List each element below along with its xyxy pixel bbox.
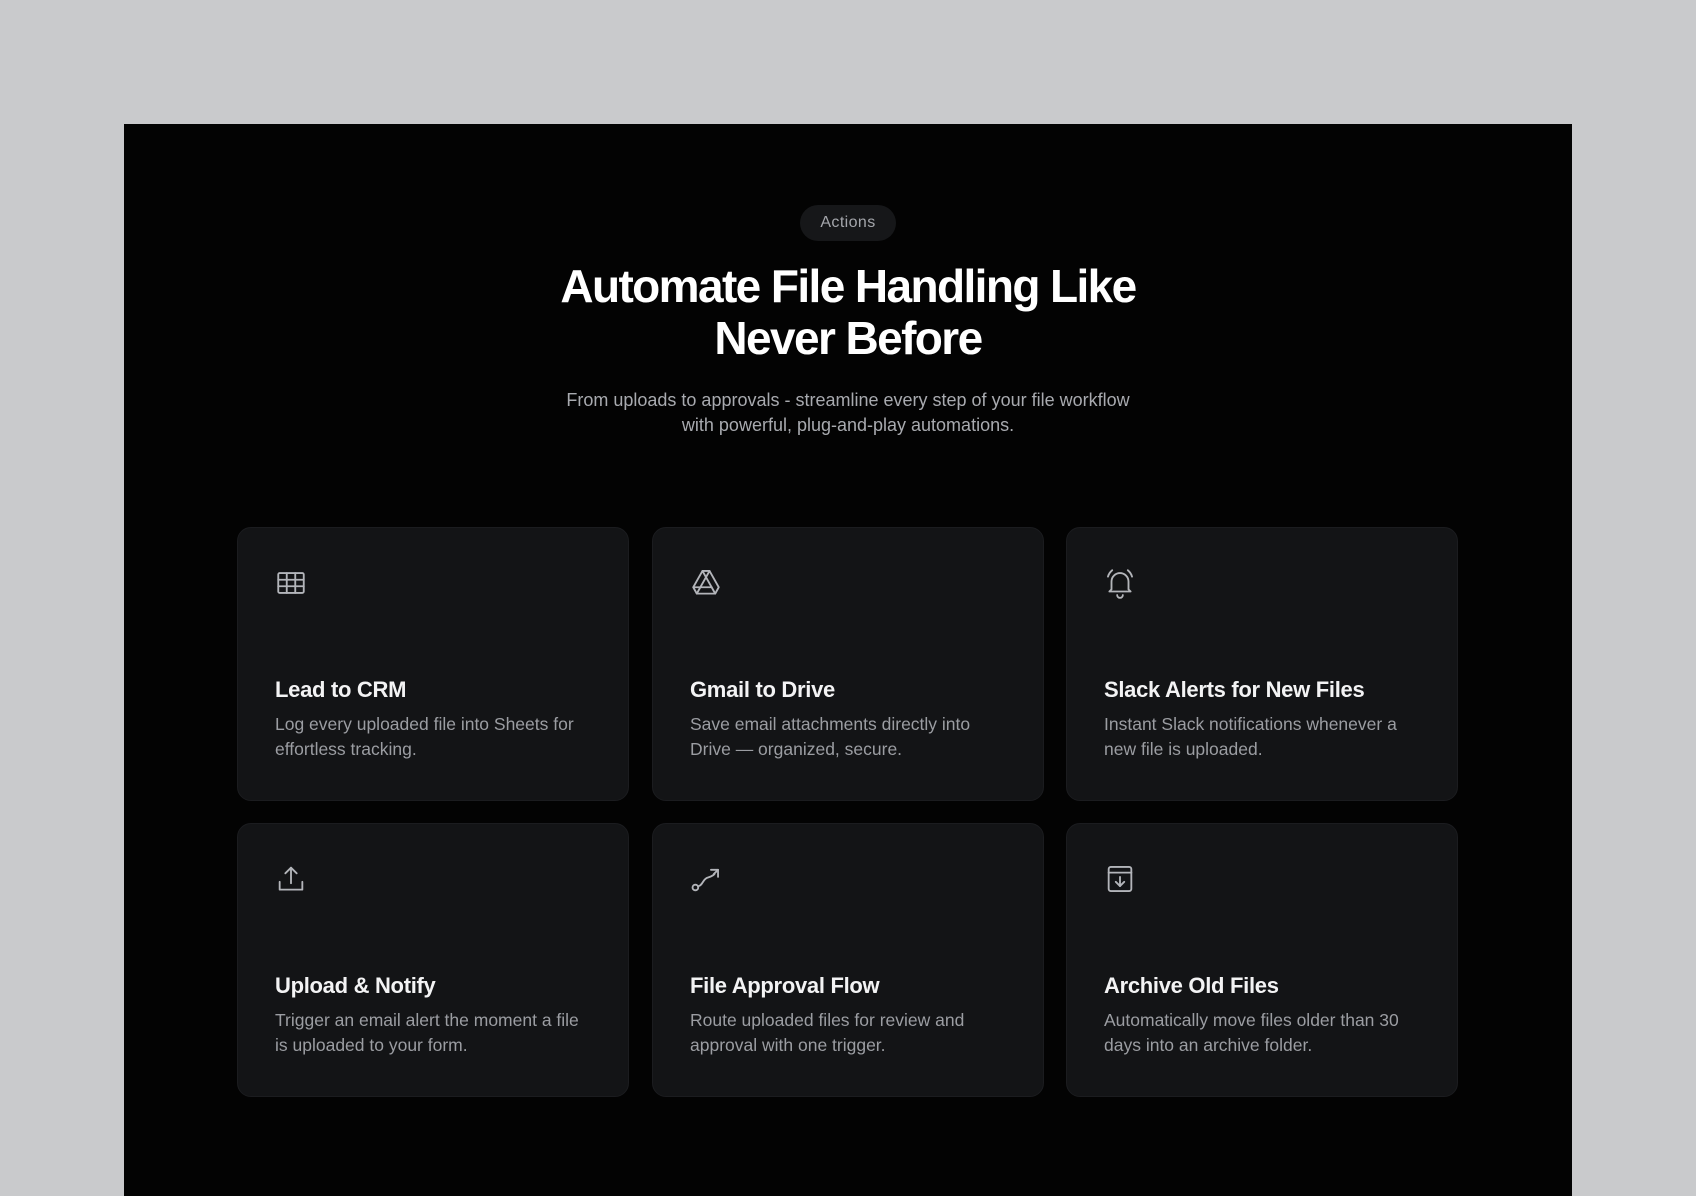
card-title: Upload & Notify (275, 973, 436, 998)
title-line-1: Automate File Handling Like (560, 260, 1137, 312)
table-grid-icon (274, 566, 308, 600)
card-lead-to-crm[interactable]: Lead to CRM Log every uploaded file into… (237, 527, 629, 801)
card-title: Archive Old Files (1104, 973, 1279, 998)
title-line-2: Never Before (714, 312, 983, 364)
card-description: Save email attachments directly into Dri… (690, 714, 971, 759)
card-description: Automatically move files older than 30 d… (1104, 1010, 1399, 1055)
card-description: Log every uploaded file into Sheets for … (275, 714, 574, 759)
card-title: File Approval Flow (690, 973, 880, 998)
card-description: Route uploaded files for review and appr… (690, 1010, 965, 1055)
card-file-approval-flow[interactable]: File Approval Flow Route uploaded files … (652, 823, 1044, 1097)
drive-triangle-icon (689, 566, 723, 600)
card-archive-old-files[interactable]: Archive Old Files Automatically move fil… (1066, 823, 1458, 1097)
subtitle-line-2: with powerful, plug-and-play automations… (681, 415, 1015, 435)
card-description: Instant Slack notifications whenever a n… (1104, 714, 1397, 759)
archive-download-icon (1103, 862, 1137, 896)
section-title: Automate File Handling Like Never Before (448, 260, 1248, 364)
alarm-bell-icon (1103, 566, 1137, 600)
upload-icon (274, 862, 308, 896)
route-icon (689, 862, 723, 896)
section-subtitle: From uploads to approvals - streamline e… (498, 388, 1198, 438)
card-gmail-to-drive[interactable]: Gmail to Drive Save email attachments di… (652, 527, 1044, 801)
card-description: Trigger an email alert the moment a file… (275, 1010, 579, 1055)
card-upload-notify[interactable]: Upload & Notify Trigger an email alert t… (237, 823, 629, 1097)
section-badge: Actions (800, 205, 896, 241)
subtitle-line-1: From uploads to approvals - streamline e… (566, 390, 1130, 410)
card-title: Slack Alerts for New Files (1104, 677, 1365, 702)
card-title: Lead to CRM (275, 677, 407, 702)
card-title: Gmail to Drive (690, 677, 835, 702)
actions-section: Actions Automate File Handling Like Neve… (124, 124, 1572, 1196)
card-slack-alerts[interactable]: Slack Alerts for New Files Instant Slack… (1066, 527, 1458, 801)
